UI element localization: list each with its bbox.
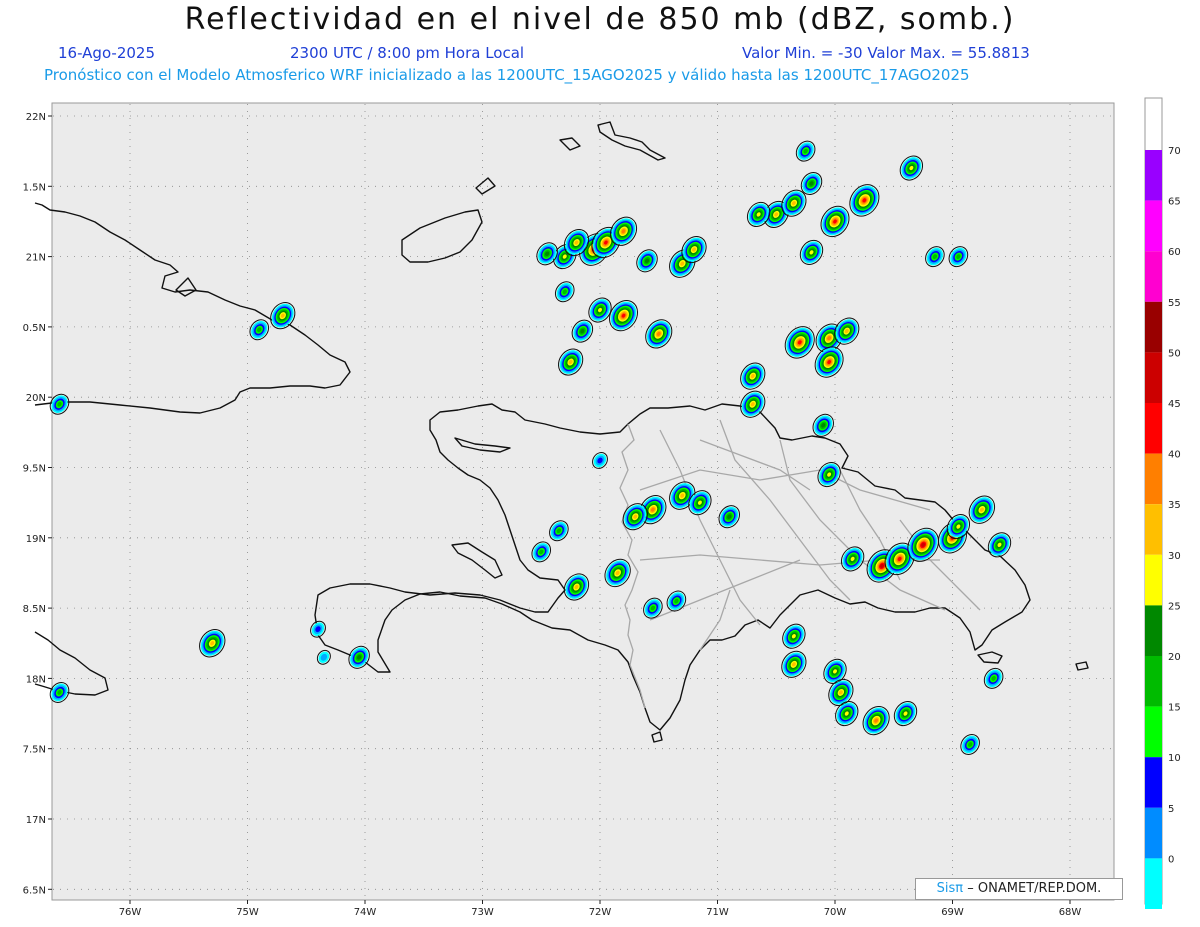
- colorbar: 7065605550454035302520151050: [1144, 97, 1181, 909]
- colorbar-label: 50: [1168, 348, 1181, 359]
- colorbar-swatch: [1145, 352, 1162, 403]
- lon-tick-label: 71W: [706, 907, 729, 918]
- colorbar-swatch: [1145, 554, 1162, 606]
- colorbar-swatch: [1145, 403, 1162, 454]
- lon-tick-label: 76W: [119, 907, 142, 918]
- colorbar-label: 45: [1168, 399, 1181, 410]
- colorbar-swatch: [1145, 453, 1162, 505]
- lat-tick-label: 6.5N: [23, 885, 46, 896]
- lon-tick-label: 74W: [354, 907, 377, 918]
- lon-tick-label: 68W: [1059, 907, 1082, 918]
- colorbar-swatch: [1145, 200, 1162, 252]
- lat-tick-label: 21N: [26, 253, 46, 264]
- colorbar-swatch: [1145, 150, 1162, 201]
- colorbar-label: 25: [1168, 601, 1181, 612]
- lon-tick-label: 69W: [941, 907, 964, 918]
- colorbar-label: 0: [1168, 854, 1174, 865]
- colorbar-swatch: [1145, 605, 1162, 656]
- lat-tick-label: 8.5N: [23, 604, 46, 615]
- colorbar-label: 65: [1168, 197, 1181, 208]
- lat-tick-label: 7.5N: [23, 745, 46, 756]
- colorbar-swatch: [1145, 706, 1162, 758]
- colorbar-label: 30: [1168, 551, 1181, 562]
- lon-tick-label: 72W: [589, 907, 612, 918]
- colorbar-label: 40: [1168, 450, 1181, 461]
- sispi-logo: Sisπ: [936, 881, 964, 896]
- colorbar-label: 20: [1168, 652, 1181, 663]
- lon-tick-label: 73W: [471, 907, 494, 918]
- colorbar-label: 60: [1168, 247, 1181, 258]
- credit-text: – ONAMET/REP.DOM.: [967, 881, 1102, 896]
- colorbar-swatch: [1145, 251, 1162, 302]
- lat-tick-label: 1.5N: [23, 182, 46, 193]
- lat-tick-label: 19N: [26, 534, 46, 545]
- map-canvas: 22N 1.5N 21N 0.5N 20N 9.5N 19N 8.5N 18N 7.5N 17N 6.…: [23, 97, 1181, 918]
- lat-tick-label: 17N: [26, 815, 46, 826]
- colorbar-label: 10: [1168, 753, 1181, 764]
- credit-box: Sisπ – ONAMET/REP.DOM.: [915, 878, 1123, 900]
- colorbar-swatch: [1145, 757, 1162, 808]
- lat-tick-label: 9.5N: [23, 464, 46, 475]
- colorbar-label: 5: [1168, 804, 1174, 815]
- colorbar-label: 35: [1168, 500, 1181, 511]
- map-plot-area: [51, 102, 1115, 901]
- colorbar-swatch: [1145, 301, 1162, 353]
- lon-tick-label: 75W: [236, 907, 259, 918]
- colorbar-swatch: [1145, 858, 1162, 909]
- colorbar-label: 55: [1168, 298, 1181, 309]
- colorbar-swatch: [1145, 656, 1162, 707]
- lat-tick-label: 20N: [26, 393, 46, 404]
- lat-tick-label: 0.5N: [23, 323, 46, 334]
- colorbar-label: 15: [1168, 703, 1181, 714]
- colorbar-swatch: [1145, 504, 1162, 555]
- lat-tick-label: 22N: [26, 112, 46, 123]
- lat-tick-label: 18N: [26, 674, 46, 685]
- colorbar-swatch: [1145, 807, 1162, 859]
- lon-tick-label: 70W: [824, 907, 847, 918]
- colorbar-label: 70: [1168, 146, 1181, 157]
